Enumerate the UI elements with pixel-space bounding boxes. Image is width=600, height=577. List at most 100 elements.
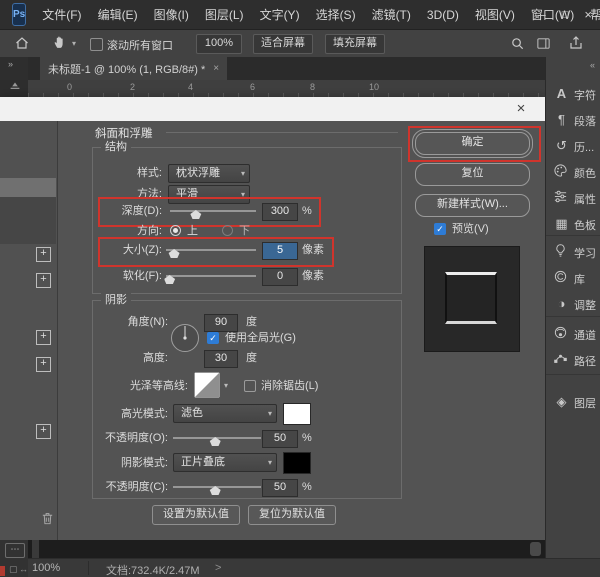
add-gradient-overlay-effect-button[interactable]: + [36, 357, 51, 372]
use-global-light-label[interactable]: 使用全局光(G) [225, 331, 296, 345]
swap-colors-icon[interactable]: ↔ [19, 564, 28, 574]
structure-group-title: 结构 [101, 140, 131, 155]
scroll-all-windows-checkbox[interactable] [90, 38, 103, 51]
highlight-mode-dropdown[interactable]: 滤色 ▾ [173, 404, 277, 423]
size-slider[interactable] [166, 243, 256, 257]
expand-panels-icon[interactable]: « [590, 60, 595, 70]
panel-properties[interactable]: 属性 [546, 186, 600, 210]
menu-view[interactable]: 视图(V) [467, 6, 523, 23]
depth-slider-track[interactable] [170, 210, 256, 212]
share-icon[interactable] [568, 35, 584, 51]
anti-alias-label[interactable]: 消除锯齿(L) [261, 379, 318, 393]
menu-bar: Ps 文件(F) 编辑(E) 图像(I) 图层(L) 文字(Y) 选择(S) 滤… [0, 0, 600, 29]
delete-effect-trash-icon[interactable] [40, 511, 55, 526]
ok-button[interactable]: 确定 [415, 132, 530, 155]
menu-type[interactable]: 文字(Y) [252, 6, 308, 23]
document-tab[interactable]: 未标题-1 @ 100% (1, RGB/8#) * × [40, 57, 227, 80]
dialog-title-bar[interactable]: × [0, 97, 545, 121]
direction-down-radio[interactable] [222, 225, 233, 236]
angle-input[interactable]: 90 [204, 314, 238, 332]
panel-history[interactable]: ↺ 历... [546, 134, 600, 158]
menu-3d[interactable]: 3D(D) [419, 8, 467, 22]
add-stroke-effect-button[interactable]: + [36, 247, 51, 262]
workspace-icon[interactable] [536, 36, 551, 51]
soften-slider[interactable] [166, 269, 256, 283]
minimize-button[interactable]: – [539, 7, 546, 22]
highlight-color-swatch[interactable] [283, 403, 311, 425]
highlight-mode-label: 高光模式: [95, 407, 168, 421]
size-input[interactable]: 5 [262, 242, 298, 260]
shadow-color-swatch[interactable] [283, 452, 311, 474]
reset-to-default-button[interactable]: 复位为默认值 [248, 505, 336, 525]
menu-filter[interactable]: 滤镜(T) [364, 6, 419, 23]
anti-alias-checkbox[interactable] [244, 380, 256, 392]
shadow-opacity-slider[interactable] [173, 480, 261, 494]
home-icon[interactable] [14, 35, 30, 51]
soften-input[interactable]: 0 [262, 268, 298, 286]
add-color-overlay-effect-button[interactable]: + [36, 330, 51, 345]
close-button[interactable]: × [584, 7, 592, 22]
dialog-close-icon[interactable]: × [512, 100, 530, 118]
panel-adjustments[interactable]: ◑ 调整 [546, 292, 600, 316]
hand-tool-icon[interactable] [52, 34, 69, 51]
new-style-button[interactable]: 新建样式(W)... [415, 194, 530, 217]
shadow-opacity-input[interactable]: 50 [262, 479, 298, 497]
fill-screen-button[interactable]: 填充屏幕 [325, 34, 385, 54]
reset-button[interactable]: 复位 [415, 163, 530, 186]
ruler-tick: 4 [188, 82, 193, 92]
direction-up-radio[interactable] [170, 225, 181, 236]
edit-toolbar-overflow-icon[interactable]: ⋯ [5, 543, 25, 558]
depth-input[interactable]: 300 [262, 203, 298, 221]
soften-slider-track[interactable] [166, 275, 256, 277]
panel-color[interactable]: 颜色 [546, 160, 600, 184]
tab-close-icon[interactable]: × [213, 63, 219, 74]
panel-libraries[interactable]: 库 [546, 266, 600, 290]
menu-file[interactable]: 文件(F) [34, 6, 89, 23]
panel-learn[interactable]: 学习 [546, 240, 600, 264]
preview-checkbox[interactable]: ✓ [434, 223, 446, 235]
direction-down-label[interactable]: 下 [239, 224, 250, 238]
set-as-default-button[interactable]: 设置为默认值 [152, 505, 240, 525]
panel-paths[interactable]: 路径 [546, 348, 600, 372]
use-global-light-checkbox[interactable]: ✓ [207, 332, 219, 344]
effects-list-selected-row[interactable] [0, 178, 56, 197]
zoom-100-button[interactable]: 100% [196, 34, 242, 54]
angle-dial[interactable] [170, 323, 200, 353]
preview-label[interactable]: 预览(V) [452, 222, 489, 236]
highlight-opacity-input[interactable]: 50 [262, 430, 298, 448]
method-dropdown[interactable]: 平滑 ▾ [168, 185, 250, 204]
menu-edit[interactable]: 编辑(E) [90, 6, 146, 23]
maximize-button[interactable]: □ [562, 9, 569, 21]
panel-paragraph[interactable]: ¶ 段落 [546, 108, 600, 132]
direction-up-label[interactable]: 上 [187, 224, 198, 238]
shadow-mode-dropdown[interactable]: 正片叠底 ▾ [173, 453, 277, 472]
panel-layers[interactable]: ◈ 图层 [546, 390, 600, 414]
menu-image[interactable]: 图像(I) [146, 6, 197, 23]
layer-style-dialog: × + + + + + 斜面和浮雕 结构 样式 [0, 97, 545, 540]
altitude-input[interactable]: 30 [204, 350, 238, 368]
collapse-panel-icon[interactable]: » [8, 59, 14, 69]
gloss-contour-caret-icon[interactable]: ▾ [224, 381, 228, 390]
highlight-opacity-slider[interactable] [173, 431, 261, 445]
soften-label: 软化(F): [95, 269, 162, 283]
menu-layer[interactable]: 图层(L) [197, 6, 252, 23]
menu-select[interactable]: 选择(S) [308, 6, 364, 23]
vertical-scrollbar-thumb[interactable] [530, 542, 541, 556]
status-info-arrow-icon[interactable]: > [215, 562, 221, 574]
depth-slider[interactable] [170, 204, 256, 218]
status-document-info[interactable]: 文档:732.4K/2.47M [106, 562, 200, 577]
style-dropdown[interactable]: 枕状浮雕 ▾ [168, 164, 250, 183]
status-zoom-level[interactable]: 100% [32, 562, 60, 574]
gloss-contour-thumbnail[interactable] [194, 372, 220, 398]
add-inner-shadow-effect-button[interactable]: + [36, 273, 51, 288]
fit-screen-button[interactable]: 适合屏幕 [253, 34, 313, 54]
size-slider-track[interactable] [166, 249, 256, 251]
add-drop-shadow-effect-button[interactable]: + [36, 424, 51, 439]
hand-tool-caret-icon[interactable]: ▾ [72, 39, 76, 48]
panel-character[interactable]: A 字符 [546, 82, 600, 106]
panel-swatches[interactable]: ▦ 色板 [546, 212, 600, 236]
effects-list-sub-rows[interactable] [0, 197, 56, 244]
screen-mode-icon[interactable]: ▢ [9, 564, 18, 575]
panel-channels[interactable]: 通道 [546, 322, 600, 346]
search-icon[interactable] [510, 36, 525, 51]
